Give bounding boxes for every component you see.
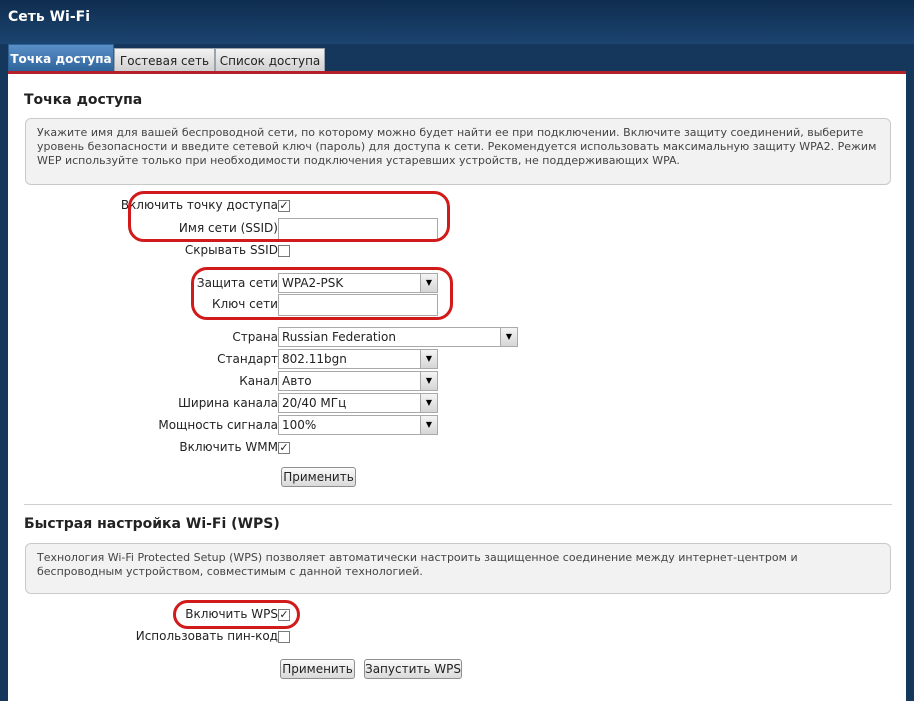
enable-wps-label: Включить WPS: [185, 607, 282, 621]
settings-panel: Точка доступа Укажите имя для вашей бесп… [8, 71, 906, 701]
use-pin-checkbox[interactable] [278, 631, 290, 643]
standard-select[interactable]: 802.11bgn ▼ [278, 349, 438, 369]
dropdown-arrow-icon: ▼ [420, 372, 437, 390]
standard-value: 802.11bgn [282, 352, 347, 366]
dropdown-arrow-icon: ▼ [420, 416, 437, 434]
ssid-input[interactable] [278, 218, 438, 240]
security-label: Защита сети: [196, 276, 282, 290]
ssid-label: Имя сети (SSID): [178, 221, 282, 235]
enable-ap-label: Включить точку доступа: [120, 198, 282, 212]
hide-ssid-label: Скрывать SSID: [184, 243, 282, 257]
wps-info: Технология Wi-Fi Protected Setup (WPS) п… [25, 543, 891, 594]
dropdown-arrow-icon: ▼ [500, 328, 517, 346]
channel-select[interactable]: Авто ▼ [278, 371, 438, 391]
enable-wps-checkbox[interactable]: ✓ [278, 609, 290, 621]
security-value: WPA2-PSK [282, 276, 344, 290]
network-key-label: Ключ сети: [211, 297, 282, 311]
dropdown-arrow-icon: ▼ [420, 350, 437, 368]
channel-width-label: Ширина канала: [178, 396, 282, 410]
country-select[interactable]: Russian Federation ▼ [278, 327, 518, 347]
signal-power-label: Мощность сигнала: [158, 418, 282, 432]
apply-button[interactable]: Применить [281, 467, 356, 487]
standard-label: Стандарт: [217, 352, 282, 366]
wps-section-title: Быстрая настройка Wi-Fi (WPS) [24, 516, 280, 532]
signal-power-value: 100% [282, 418, 317, 432]
channel-width-value: 20/40 МГц [282, 396, 347, 410]
channel-width-select[interactable]: 20/40 МГц ▼ [278, 393, 438, 413]
tab-guest-network[interactable]: Гостевая сеть [114, 48, 215, 72]
channel-value: Авто [282, 374, 312, 388]
access-point-section-title: Точка доступа [24, 92, 143, 108]
signal-power-select[interactable]: 100% ▼ [278, 415, 438, 435]
app-header: Сеть Wi-Fi [0, 0, 914, 44]
network-key-input[interactable] [278, 294, 438, 316]
channel-label: Канал: [239, 374, 282, 388]
page-title: Сеть Wi-Fi [8, 9, 91, 25]
start-wps-button[interactable]: Запустить WPS [364, 659, 462, 679]
section-divider [24, 504, 892, 505]
access-point-info: Укажите имя для вашей беспроводной сети,… [25, 118, 891, 185]
dropdown-arrow-icon: ▼ [420, 394, 437, 412]
wmm-checkbox[interactable]: ✓ [278, 442, 290, 454]
country-label: Страна: [232, 330, 282, 344]
tab-access-point[interactable]: Точка доступа [8, 44, 114, 72]
hide-ssid-checkbox[interactable] [278, 245, 290, 257]
tab-access-list[interactable]: Список доступа [215, 48, 325, 72]
enable-ap-checkbox[interactable]: ✓ [278, 200, 290, 212]
security-select[interactable]: WPA2-PSK ▼ [278, 273, 438, 293]
wps-apply-button[interactable]: Применить [280, 659, 355, 679]
country-value: Russian Federation [282, 330, 396, 344]
use-pin-label: Использовать пин-код: [135, 629, 282, 643]
dropdown-arrow-icon: ▼ [420, 274, 437, 292]
wmm-label: Включить WMM: [179, 440, 282, 454]
